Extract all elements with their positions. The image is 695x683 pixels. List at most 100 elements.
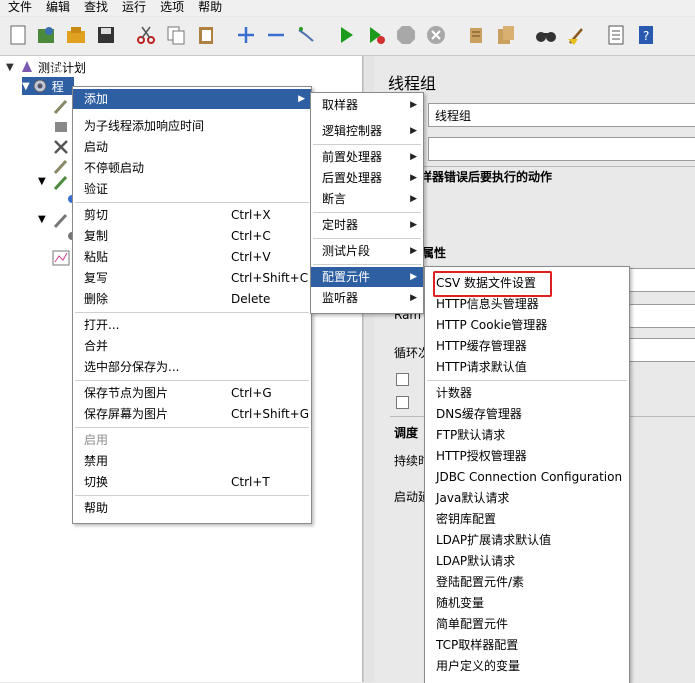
start-no-pause-icon[interactable] (364, 23, 388, 47)
expand-triangle-icon[interactable]: ▼ (38, 214, 46, 225)
submenu-item-post-processor[interactable]: 后置处理器 ▶ (311, 168, 423, 188)
toggle-icon[interactable] (294, 23, 318, 47)
scheduler-label: 调度 (394, 426, 419, 440)
submenu-arrow-icon: ▶ (410, 220, 417, 230)
menu-search[interactable]: 查找 (76, 0, 114, 16)
test-plan-icon (20, 60, 34, 74)
menu-item-help[interactable]: 帮助 (73, 498, 311, 518)
config-item-http-cache-manager[interactable]: HTTP缓存管理器 (425, 336, 629, 356)
comments-field[interactable] (428, 137, 695, 161)
submenu-item-logic-controller[interactable]: 逻辑控制器 ▶ (311, 121, 423, 141)
cut-icon[interactable] (134, 23, 158, 47)
delay-thread-checkbox[interactable] (396, 396, 409, 409)
start-icon[interactable] (334, 23, 358, 47)
menu-item-delete[interactable]: 删除 Delete (73, 289, 311, 309)
expand-icon[interactable] (234, 23, 258, 47)
submenu-item-test-fragment[interactable]: 测试片段 ▶ (311, 241, 423, 261)
stop-icon[interactable] (394, 23, 418, 47)
config-item-jdbc-connection[interactable]: JDBC Connection Configuration (425, 467, 629, 487)
menu-item-toggle[interactable]: 切换 Ctrl+T (73, 472, 311, 492)
same-user-checkbox[interactable] (396, 373, 409, 386)
submenu-item-assertion[interactable]: 断言 ▶ (311, 189, 423, 209)
graph-listener-icon[interactable] (52, 250, 70, 266)
collapse-icon[interactable] (264, 23, 288, 47)
config-item-ldap-defaults[interactable]: LDAP默认请求 (425, 551, 629, 571)
menu-item-label: 添加 (84, 92, 109, 106)
config-item-csv-data-set[interactable]: CSV 数据文件设置 (425, 273, 629, 293)
expand-triangle-icon[interactable]: ▼ (22, 81, 30, 92)
help-icon[interactable]: ? (634, 23, 658, 47)
tools-icon[interactable] (52, 138, 70, 156)
config-element-icon[interactable] (52, 118, 70, 136)
menu-item-save-screen-image[interactable]: 保存屏幕为图片 Ctrl+Shift+G (73, 404, 311, 424)
config-item-random-variable[interactable]: 随机变量 (425, 593, 629, 613)
submenu-item-timer[interactable]: 定时器 ▶ (311, 215, 423, 235)
menu-item-duplicate[interactable]: 复写 Ctrl+Shift+C (73, 268, 311, 288)
config-item-http-request-defaults[interactable]: HTTP请求默认值 (425, 357, 629, 377)
clear-all-icon[interactable] (494, 23, 518, 47)
config-item-keystore[interactable]: 密钥库配置 (425, 509, 629, 529)
paste-icon[interactable] (194, 23, 218, 47)
menu-run[interactable]: 运行 (114, 0, 152, 16)
name-field-value: 线程组 (435, 109, 472, 123)
shortcut-label: Delete (231, 292, 271, 306)
config-item-ldap-extended-defaults[interactable]: LDAP扩展请求默认值 (425, 530, 629, 550)
tree-node-thread-group[interactable]: ▼ 线程组 (22, 63, 74, 111)
submenu-item-config-element[interactable]: 配置元件 ▶ (311, 267, 423, 287)
config-item-user-defined-variables[interactable]: 用户定义的变量 (425, 656, 629, 676)
ramp-up-field[interactable] (624, 304, 695, 328)
menu-item-cut[interactable]: 剪切 Ctrl+X (73, 205, 311, 225)
post-processor-icon[interactable] (52, 212, 70, 230)
menu-help[interactable]: 帮助 (190, 0, 228, 16)
reset-search-icon[interactable] (564, 23, 588, 47)
config-item-dns-cache-manager[interactable]: DNS缓存管理器 (425, 404, 629, 424)
shutdown-icon[interactable] (424, 23, 448, 47)
submenu-arrow-icon: ▶ (410, 173, 417, 183)
save-icon[interactable] (94, 23, 118, 47)
search-icon[interactable] (534, 23, 558, 47)
menu-edit[interactable]: 编辑 (38, 0, 76, 16)
expand-triangle-icon[interactable]: ▼ (38, 176, 46, 187)
config-item-login-config[interactable]: 登陆配置元件/素 (425, 572, 629, 592)
submenu-item-sampler[interactable]: 取样器 ▶ (311, 95, 423, 115)
config-item-tcp-sampler-config[interactable]: TCP取样器配置 (425, 635, 629, 655)
name-field[interactable]: 线程组 (428, 103, 695, 127)
menu-item-open[interactable]: 打开... (73, 315, 311, 335)
menu-item-add-response-time[interactable]: 为子线程添加响应时间 (73, 116, 311, 136)
menu-file[interactable]: 文件 (0, 0, 38, 16)
loop-count-field[interactable] (624, 338, 695, 362)
submenu-item-pre-processor[interactable]: 前置处理器 ▶ (311, 147, 423, 167)
menu-item-start[interactable]: 启动 (73, 137, 311, 157)
config-item-http-auth-manager[interactable]: HTTP授权管理器 (425, 446, 629, 466)
menu-item-disable[interactable]: 禁用 (73, 451, 311, 471)
menu-item-add[interactable]: 添加 ▶ (73, 89, 311, 109)
config-item-http-header-manager[interactable]: HTTP信息头管理器 (425, 294, 629, 314)
menu-item-merge[interactable]: 合并 (73, 336, 311, 356)
menu-item-copy[interactable]: 复制 Ctrl+C (73, 226, 311, 246)
config-item-http-cookie-manager[interactable]: HTTP Cookie管理器 (425, 315, 629, 335)
clear-icon[interactable] (464, 23, 488, 47)
listener-icon[interactable] (52, 174, 70, 192)
function-helper-icon[interactable] (604, 23, 628, 47)
menu-item-start-no-pause[interactable]: 不停顿启动 (73, 158, 311, 178)
menu-options[interactable]: 选项 (152, 0, 190, 16)
menu-item-label: 剪切 (84, 208, 109, 222)
menu-item-save-selection[interactable]: 选中部分保存为... (73, 357, 311, 377)
new-icon[interactable] (6, 23, 30, 47)
menu-item-save-node-image[interactable]: 保存节点为图片 Ctrl+G (73, 383, 311, 403)
config-item-ftp-defaults[interactable]: FTP默认请求 (425, 425, 629, 445)
config-item-simple-config[interactable]: 简单配置元件 (425, 614, 629, 634)
config-item-counter[interactable]: 计数器 (425, 383, 629, 403)
templates-icon[interactable] (34, 23, 58, 47)
thread-count-field[interactable] (624, 268, 695, 292)
menu-item-paste[interactable]: 粘贴 Ctrl+V (73, 247, 311, 267)
copy-icon[interactable] (164, 23, 188, 47)
open-icon[interactable] (64, 23, 88, 47)
expand-triangle-icon[interactable]: ▼ (6, 62, 16, 73)
submenu-item-listener[interactable]: 监听器 ▶ (311, 288, 423, 308)
config-item-java-defaults[interactable]: Java默认请求 (425, 488, 629, 508)
menu-item-label: FTP默认请求 (436, 428, 506, 442)
sampler-icon[interactable] (52, 98, 70, 116)
tree-node-test-plan[interactable]: ▼ 测试计划 (6, 58, 86, 76)
menu-item-validate[interactable]: 验证 (73, 179, 311, 199)
